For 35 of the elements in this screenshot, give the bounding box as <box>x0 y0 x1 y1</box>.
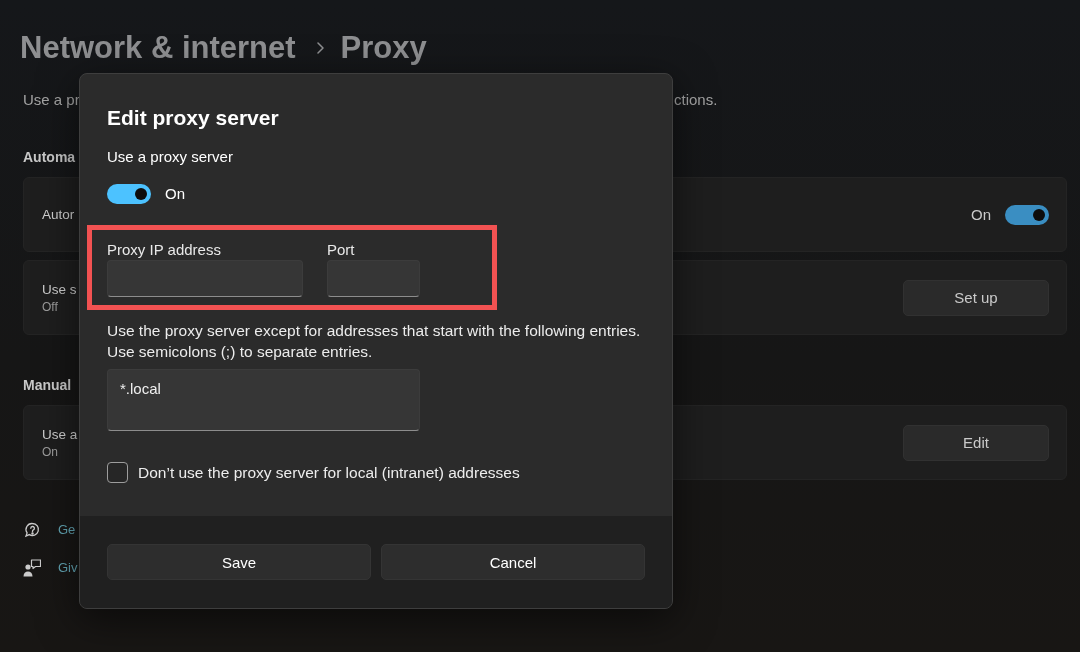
toggle-state-label: On <box>971 204 991 225</box>
card-title: Use s <box>42 280 77 299</box>
toggle-switch[interactable] <box>1005 204 1049 225</box>
feedback-icon <box>23 559 41 577</box>
checkbox-label: Don’t use the proxy server for local (intranet) addresses <box>138 462 520 483</box>
card-button[interactable]: Set up <box>903 279 1049 316</box>
section-heading: Manual <box>23 376 72 395</box>
address-field[interactable] <box>107 260 303 297</box>
toggle-state-label: On <box>165 183 185 204</box>
help-icon <box>23 521 41 539</box>
dialog-button[interactable]: Save <box>107 544 371 580</box>
hint-text: Use semicolons (;) to separate entries. <box>107 342 373 362</box>
card-title: Autor <box>42 206 75 224</box>
description-text: ctions. <box>674 90 718 110</box>
card-status: Off <box>42 298 58 316</box>
field-label: Port <box>327 240 355 260</box>
card-status: On <box>42 443 58 461</box>
card-title: Use a <box>42 425 78 444</box>
page-title: Proxy <box>340 29 427 67</box>
dialog-title: Edit proxy server <box>107 105 279 131</box>
card-button[interactable]: Edit <box>903 424 1049 461</box>
hint-text: Use the proxy server except for addresses that start with the following entries. <box>107 321 641 341</box>
section-heading: Automa <box>23 148 76 167</box>
chevron-icon <box>316 42 324 54</box>
field-label: Proxy IP address <box>107 240 221 260</box>
link[interactable]: Giv <box>58 558 78 578</box>
port-field[interactable] <box>327 260 420 297</box>
exceptions-field[interactable]: *.local <box>107 369 420 431</box>
description-text: Use a pr <box>23 90 80 110</box>
breadcrumb-link[interactable]: Network & internet <box>20 28 296 68</box>
link[interactable]: Ge <box>58 520 76 540</box>
toggle-switch[interactable] <box>107 183 151 204</box>
dialog-button[interactable]: Cancel <box>381 544 645 580</box>
setting-label: Use a proxy server <box>107 147 233 167</box>
checkbox[interactable] <box>107 462 128 483</box>
